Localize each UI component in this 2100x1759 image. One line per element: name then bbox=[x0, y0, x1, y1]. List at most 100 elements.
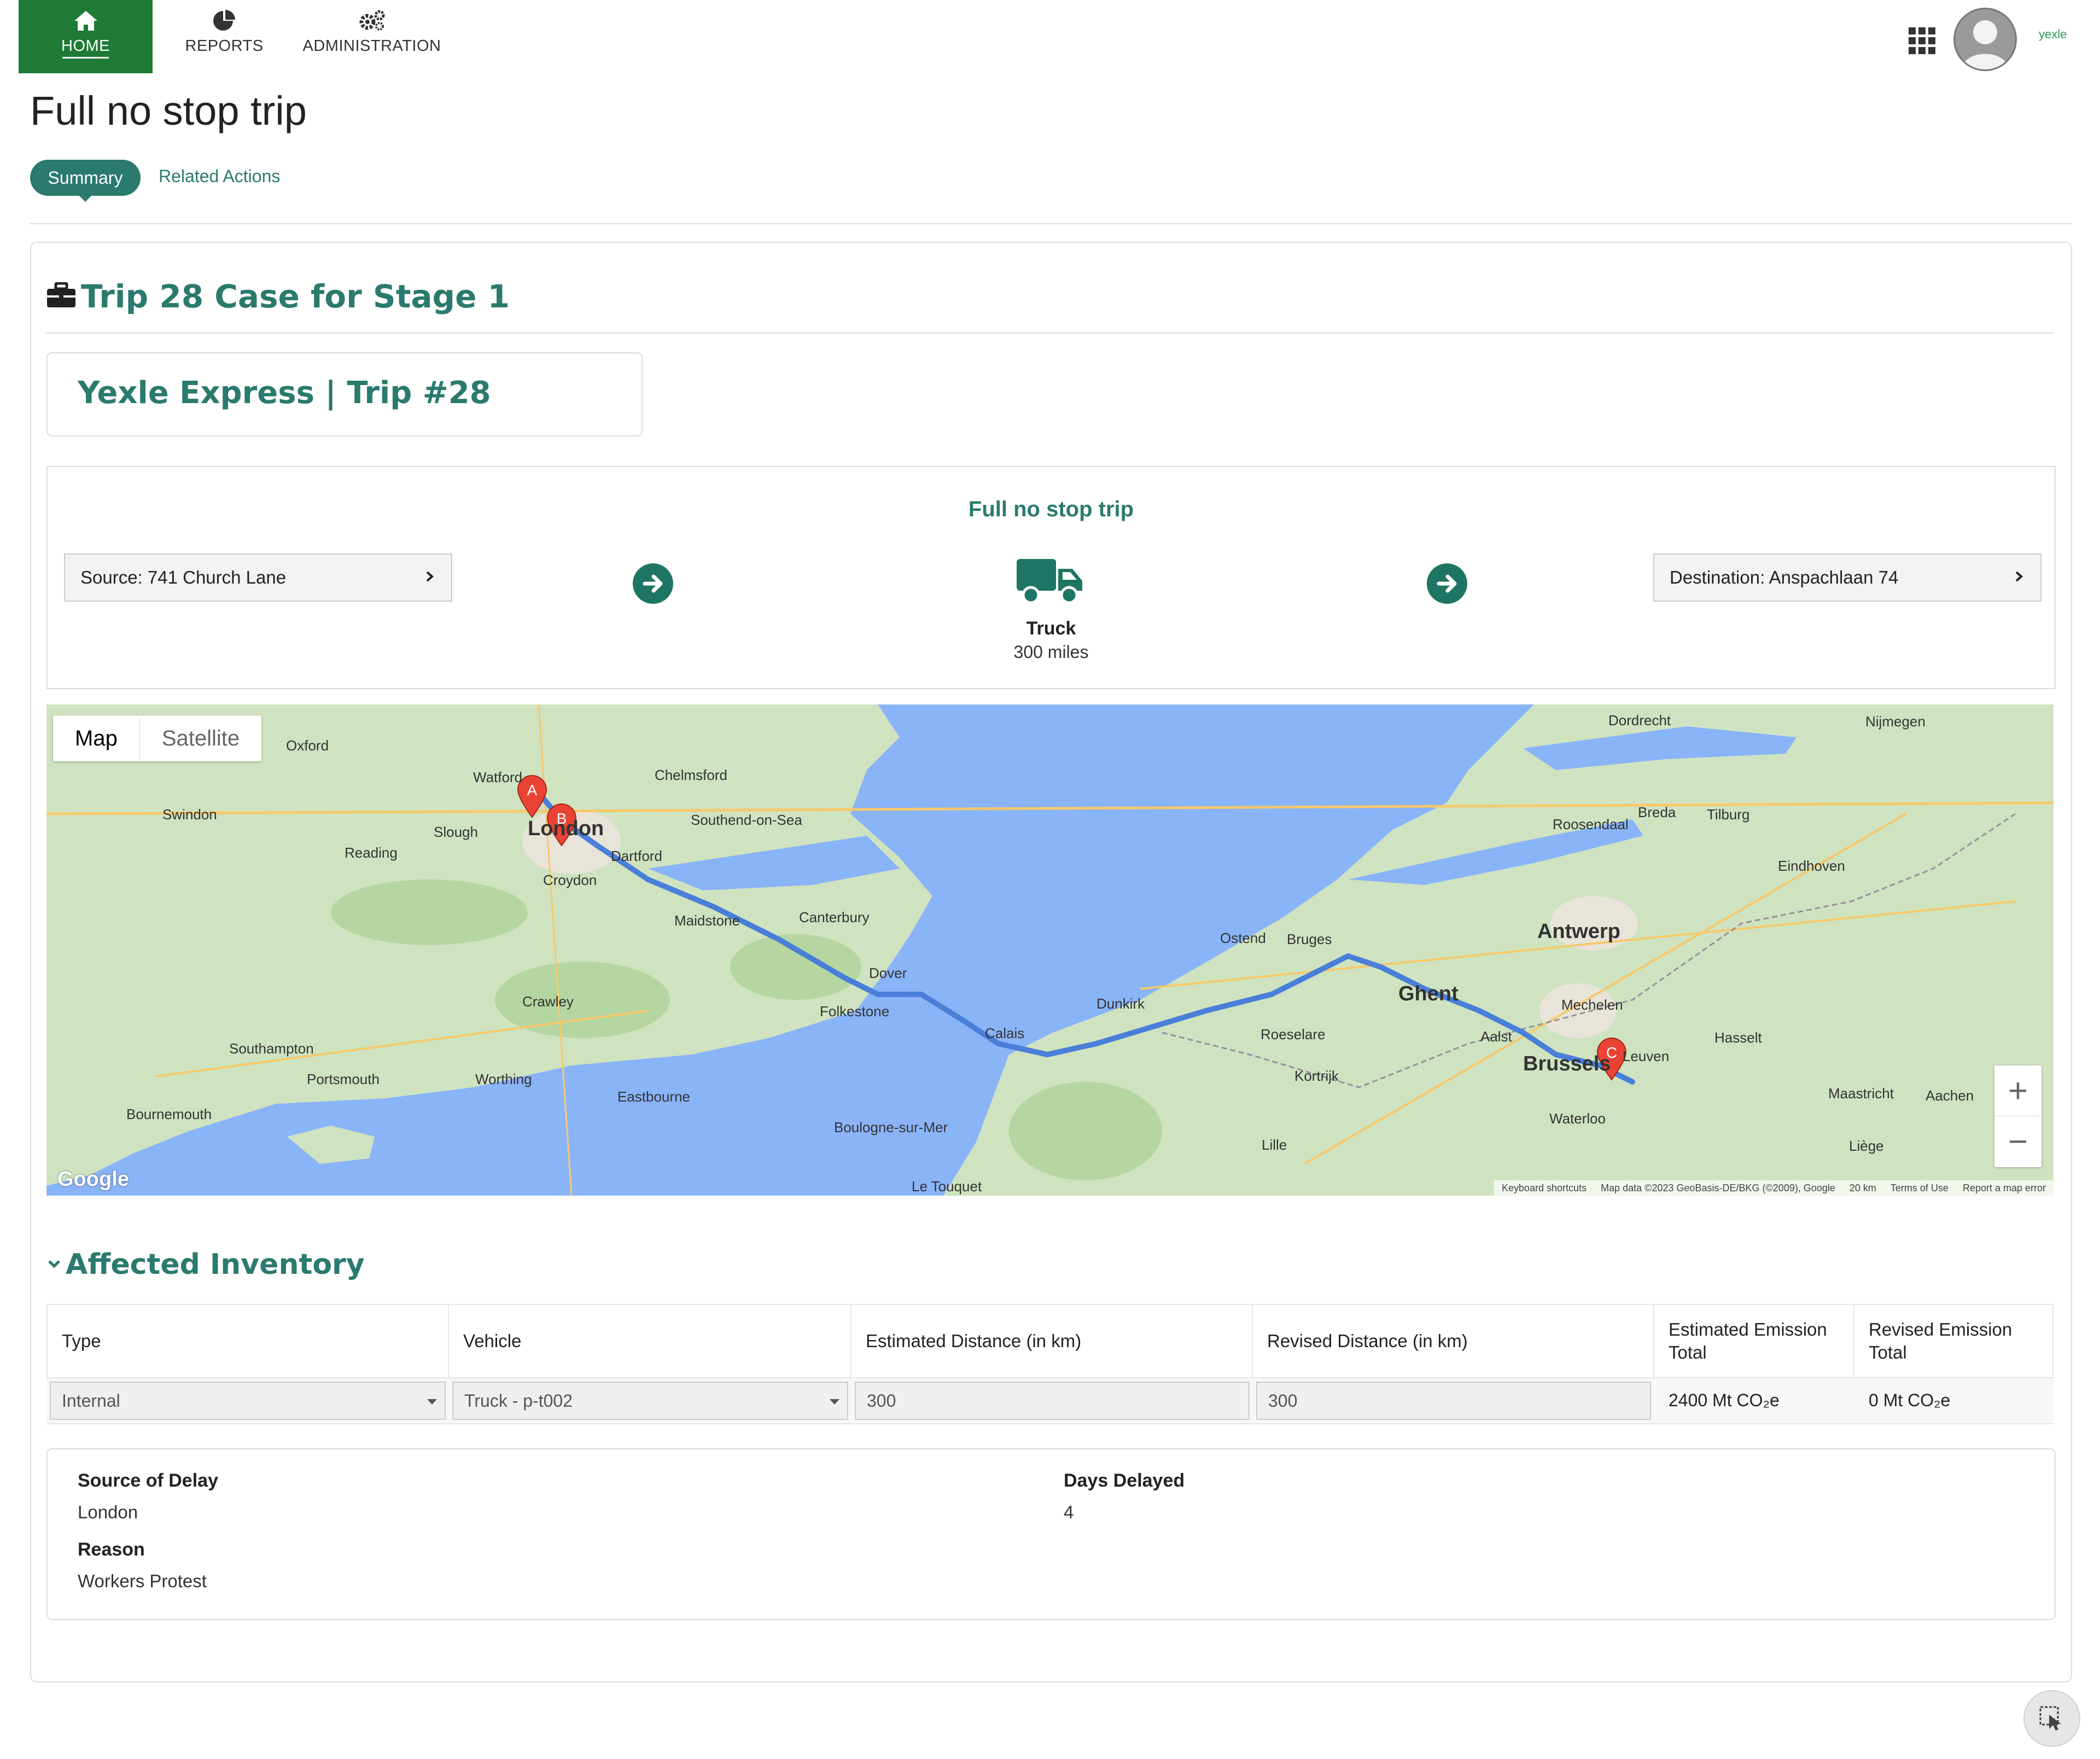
route-card: Full no stop trip Source: 741 Church Lan… bbox=[46, 466, 2056, 689]
trip-distance: 300 miles bbox=[1013, 642, 1089, 662]
map-label: Southampton bbox=[229, 1040, 314, 1057]
delay-details-card: Source of Delay London Reason Workers Pr… bbox=[46, 1448, 2056, 1620]
chevron-right-icon bbox=[424, 566, 436, 592]
tab-summary[interactable]: Summary bbox=[30, 160, 141, 196]
arrow-right-circle-icon bbox=[1427, 563, 1467, 604]
table-cell: 300 bbox=[1253, 1377, 1654, 1424]
table-cell: 300 bbox=[851, 1377, 1253, 1424]
vehicle-select-value: Truck - p-t002 bbox=[464, 1390, 573, 1411]
tab-active-pointer bbox=[78, 195, 92, 202]
marker-a-label: A bbox=[527, 782, 538, 799]
revised-distance-input[interactable]: 300 bbox=[1256, 1382, 1651, 1420]
map-label: Worthing bbox=[475, 1071, 532, 1087]
estimated-distance-value: 300 bbox=[867, 1390, 896, 1411]
home-icon bbox=[19, 8, 153, 34]
revised-distance-value: 300 bbox=[1268, 1390, 1298, 1411]
nav-home[interactable]: HOME bbox=[19, 0, 153, 73]
table-cell: Truck - p-t002 bbox=[449, 1377, 851, 1424]
reason-label: Reason bbox=[78, 1539, 145, 1560]
type-select[interactable]: Internal bbox=[50, 1382, 446, 1420]
nav-home-label: HOME bbox=[61, 37, 110, 55]
map-scale: 20 km bbox=[1849, 1182, 1876, 1193]
caret-down-icon bbox=[427, 1399, 437, 1405]
trip-header-card: Yexle Express | Trip #28 bbox=[46, 352, 643, 436]
map-type-toggle: Map Satellite bbox=[53, 715, 262, 761]
app-grid-icon[interactable] bbox=[1909, 27, 1936, 57]
type-select-value: Internal bbox=[62, 1390, 120, 1411]
page-title: Full no stop trip bbox=[30, 88, 307, 133]
trip-header-title: Yexle Express | Trip #28 bbox=[78, 375, 491, 411]
pie-chart-icon bbox=[175, 8, 273, 34]
vehicle-select[interactable]: Truck - p-t002 bbox=[452, 1382, 848, 1420]
source-location-button[interactable]: Source: 741 Church Lane bbox=[64, 554, 452, 602]
map-label: Oxford bbox=[286, 737, 329, 754]
terms-link[interactable]: Terms of Use bbox=[1891, 1183, 1949, 1194]
map-label: Eindhoven bbox=[1778, 858, 1845, 874]
map-label: Watford bbox=[473, 769, 523, 785]
nav-active-indicator bbox=[62, 57, 109, 59]
map-canvas bbox=[46, 704, 2054, 1196]
map-label: Dunkirk bbox=[1096, 995, 1145, 1012]
destination-location-button[interactable]: Destination: Anspachlaan 74 bbox=[1653, 554, 2041, 602]
report-error-link[interactable]: Report a map error bbox=[1963, 1183, 2046, 1194]
nav-administration-label: ADMINISTRATION bbox=[302, 37, 441, 55]
gears-icon bbox=[295, 8, 448, 34]
reason-value: Workers Protest bbox=[78, 1571, 207, 1591]
map-type-map-button[interactable]: Map bbox=[53, 715, 139, 761]
column-header: Vehicle bbox=[449, 1304, 851, 1377]
map-label: Portsmouth bbox=[307, 1071, 380, 1087]
map-label: Calais bbox=[985, 1025, 1025, 1041]
briefcase-icon bbox=[46, 282, 77, 311]
map-label: Ghent bbox=[1398, 982, 1459, 1005]
column-header: Type bbox=[46, 1304, 449, 1377]
truck-icon bbox=[1016, 555, 1087, 609]
assistant-button[interactable] bbox=[2023, 1690, 2080, 1747]
column-header: Estimated Distance (in km) bbox=[851, 1304, 1253, 1377]
map-label: Eastbourne bbox=[617, 1088, 690, 1105]
google-logo: Google bbox=[57, 1168, 129, 1191]
zoom-in-button[interactable]: + bbox=[1994, 1065, 2041, 1116]
section-title-affected-inventory[interactable]: Affected Inventory bbox=[66, 1248, 365, 1281]
column-header: Estimated Emission Total bbox=[1654, 1304, 1854, 1377]
zoom-control: + − bbox=[1994, 1065, 2041, 1167]
zoom-out-button[interactable]: − bbox=[1994, 1116, 2041, 1167]
map-label: Croydon bbox=[543, 872, 597, 888]
destination-location-label: Destination: Anspachlaan 74 bbox=[1670, 567, 1899, 587]
map-label: Bournemouth bbox=[126, 1106, 212, 1122]
keyboard-shortcuts-link[interactable]: Keyboard shortcuts bbox=[1502, 1183, 1586, 1194]
map-label: Slough bbox=[434, 824, 478, 840]
map-label: Boulogne-sur-Mer bbox=[834, 1119, 948, 1135]
route-title: Full no stop trip bbox=[968, 497, 1134, 521]
estimated-emission-value: 2400 Mt CO₂e bbox=[1669, 1390, 1780, 1410]
nav-reports[interactable]: REPORTS bbox=[175, 0, 273, 73]
chevron-right-icon bbox=[2013, 566, 2025, 592]
map-label: Hasselt bbox=[1714, 1029, 1762, 1046]
map-type-satellite-button[interactable]: Satellite bbox=[139, 715, 261, 761]
map-label: Aalst bbox=[1480, 1028, 1512, 1045]
map-label: Liège bbox=[1849, 1138, 1884, 1154]
map-label: Folkestone bbox=[820, 1003, 890, 1020]
tab-related-actions[interactable]: Related Actions bbox=[159, 166, 280, 187]
brand-logo: yexle bbox=[2039, 27, 2067, 41]
user-avatar[interactable] bbox=[1953, 8, 2017, 71]
map-label: Leuven bbox=[1623, 1048, 1670, 1064]
map-label: Southend-on-Sea bbox=[691, 812, 802, 828]
source-of-delay-value: London bbox=[78, 1502, 138, 1522]
map-label: Aachen bbox=[1926, 1087, 1974, 1104]
route-map[interactable]: A B C London Watford Slough Reading Oxfo… bbox=[46, 704, 2054, 1196]
map-label: Maastricht bbox=[1828, 1085, 1894, 1102]
table-cell: 2400 Mt CO₂e bbox=[1654, 1377, 1854, 1424]
estimated-distance-input[interactable]: 300 bbox=[855, 1382, 1250, 1420]
source-of-delay-label: Source of Delay bbox=[78, 1470, 218, 1491]
map-label: Bruges bbox=[1287, 931, 1332, 947]
divider bbox=[30, 223, 2071, 224]
case-title: Trip 28 Case for Stage 1 bbox=[81, 278, 510, 315]
cursor-select-icon bbox=[2039, 1706, 2061, 1731]
map-label: Lille bbox=[1262, 1137, 1287, 1153]
nav-administration[interactable]: ADMINISTRATION bbox=[295, 0, 448, 73]
chevron-down-icon[interactable] bbox=[46, 1256, 62, 1275]
map-attribution: Keyboard shortcuts Map data ©2023 GeoBas… bbox=[1494, 1180, 2054, 1196]
map-label: Mechelen bbox=[1561, 997, 1623, 1013]
map-label: Brussels bbox=[1523, 1052, 1611, 1075]
caret-down-icon bbox=[830, 1399, 839, 1405]
